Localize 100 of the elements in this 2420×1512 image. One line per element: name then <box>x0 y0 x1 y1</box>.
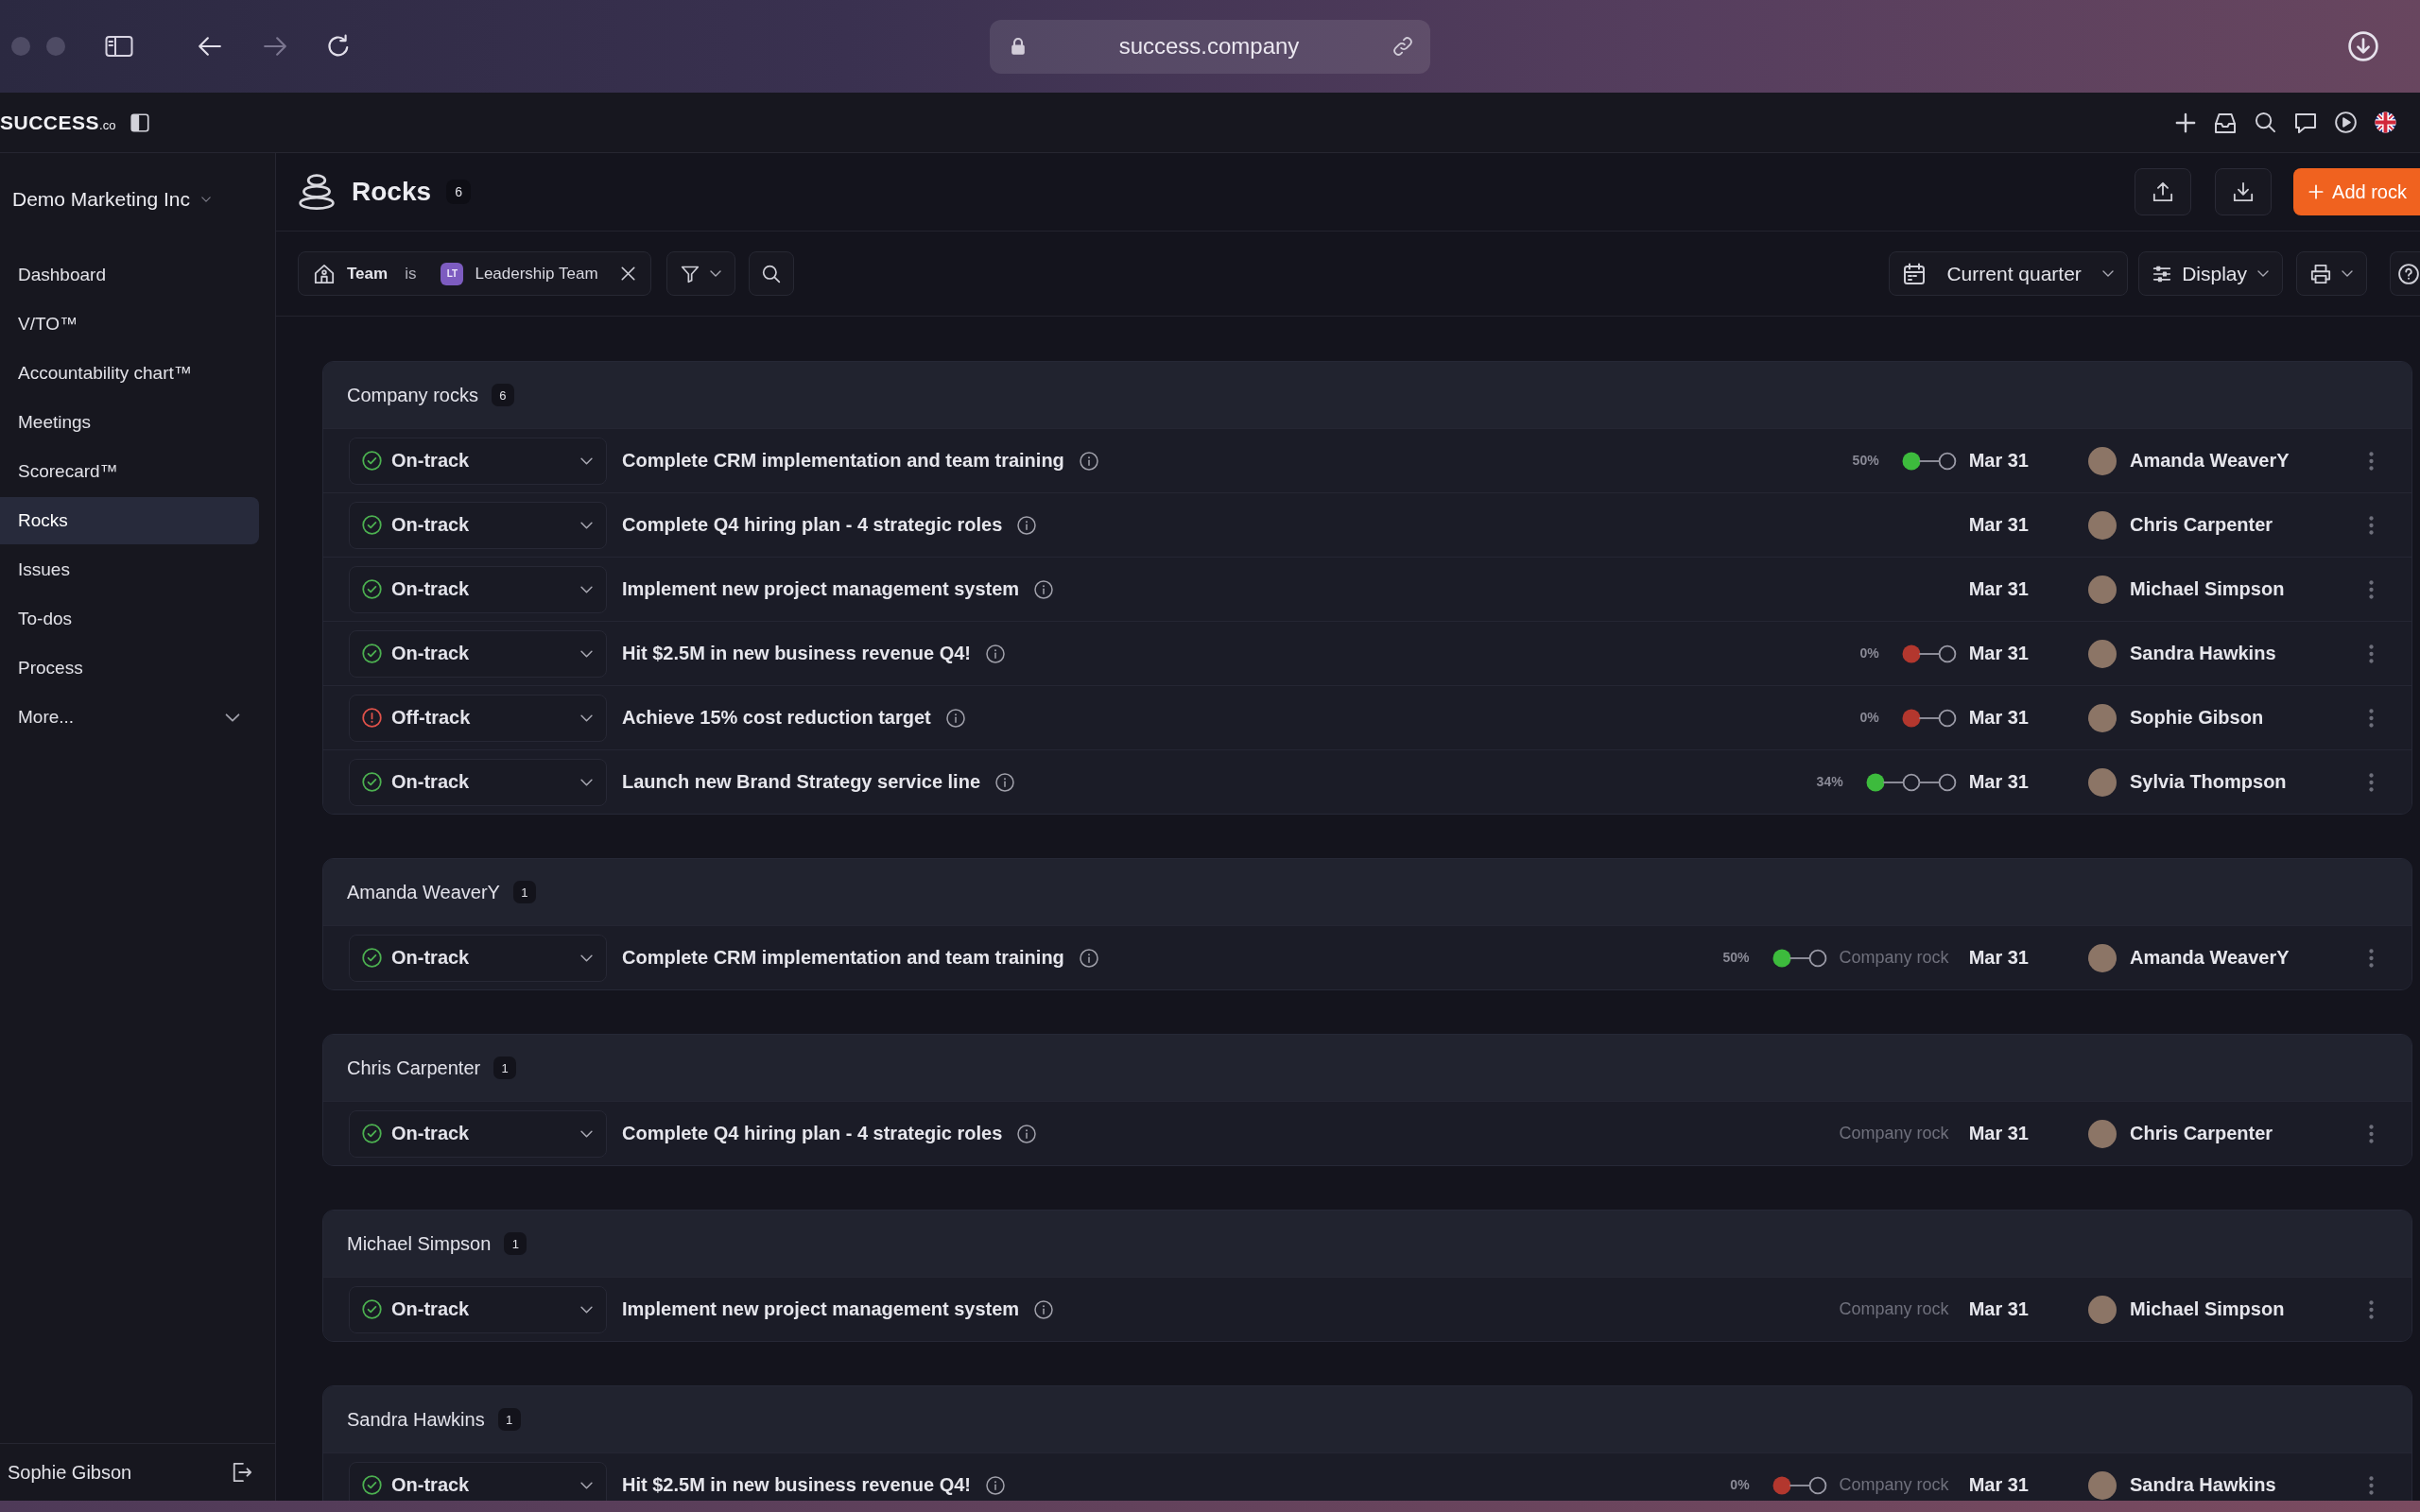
kebab-menu-icon[interactable] <box>2369 644 2374 663</box>
kebab-menu-icon[interactable] <box>2369 451 2374 471</box>
inbox-icon[interactable] <box>2214 111 2237 134</box>
status-select[interactable]: On-track <box>349 758 607 806</box>
lock-icon <box>1011 37 1026 56</box>
plus-icon <box>2308 184 2325 199</box>
progress-percent: 34% <box>1816 775 1843 789</box>
panel-icon[interactable] <box>130 112 150 132</box>
plus-icon[interactable] <box>2175 112 2196 133</box>
rock-row[interactable]: On-track Hit $2.5M in new business revenue Q4! 0% Company rock Mar 31 Sandra Hawkins <box>323 1452 2411 1501</box>
kebab-menu-icon[interactable] <box>2369 1124 2374 1143</box>
status-select[interactable]: On-track <box>349 629 607 678</box>
progress-percent: 0% <box>1859 646 1879 661</box>
due-date: Mar 31 <box>1968 772 2029 792</box>
rock-title: Launch new Brand Strategy service line <box>622 772 980 792</box>
sidebar-item[interactable]: Dashboard <box>0 251 259 299</box>
group-count: 1 <box>493 1057 517 1079</box>
avatar <box>2088 1295 2117 1324</box>
chat-bubble-icon[interactable] <box>2294 111 2317 134</box>
group-count: 6 <box>491 384 514 406</box>
address-bar[interactable]: success.company <box>990 19 1430 74</box>
sidebar-item[interactable]: Meetings <box>0 399 259 446</box>
sidebar-item[interactable]: V/TO™ <box>0 301 259 348</box>
status-select[interactable]: On-track <box>349 1109 607 1158</box>
owner-name: Sylvia Thompson <box>2130 772 2287 792</box>
link-icon[interactable] <box>1392 36 1413 57</box>
period-select[interactable]: Current quarter <box>1889 251 2129 296</box>
avatar <box>2088 943 2117 972</box>
kebab-menu-icon[interactable] <box>2369 579 2374 599</box>
logout-icon[interactable] <box>232 1462 252 1483</box>
display-button[interactable]: Display <box>2138 251 2283 296</box>
due-date: Mar 31 <box>1968 1299 2029 1319</box>
status-select[interactable]: On-track <box>349 1461 607 1501</box>
status-select[interactable]: On-track <box>349 501 607 549</box>
reload-icon[interactable] <box>326 34 351 59</box>
kebab-menu-icon[interactable] <box>2369 1299 2374 1319</box>
info-icon[interactable] <box>945 708 965 728</box>
group-title: Chris Carpenter <box>347 1057 481 1079</box>
status-select[interactable]: On-track <box>349 934 607 982</box>
chevron-down-icon <box>580 1481 593 1489</box>
sidebar-item[interactable]: More... <box>0 694 259 741</box>
rock-row[interactable]: On-track Implement new project management system Company rock Mar 31 Michael Simpson <box>323 1277 2411 1341</box>
back-arrow-icon[interactable] <box>198 34 222 59</box>
kebab-menu-icon[interactable] <box>2369 948 2374 968</box>
progress-percent: 50% <box>1722 951 1750 965</box>
status-select[interactable]: On-track <box>349 565 607 613</box>
rock-title: Complete Q4 hiring plan - 4 strategic roles <box>622 515 1003 535</box>
kebab-menu-icon[interactable] <box>2369 708 2374 728</box>
play-circle-icon[interactable] <box>2335 112 2357 133</box>
flag-icon[interactable] <box>2375 112 2396 133</box>
status-select[interactable]: On-track <box>349 437 607 485</box>
avatar <box>2088 575 2117 604</box>
due-date: Mar 31 <box>1968 1124 2029 1143</box>
rock-row[interactable]: On-track Complete CRM implementation and team training 50% Company rock Mar 31 Amanda WeaverY <box>323 925 2411 989</box>
info-icon[interactable] <box>1034 579 1054 599</box>
sidebar-item[interactable]: Accountability chart™ <box>0 350 259 397</box>
sidebar-toggle-icon[interactable] <box>105 34 133 59</box>
filter-button[interactable] <box>666 251 735 296</box>
kebab-menu-icon[interactable] <box>2369 515 2374 535</box>
search-button[interactable] <box>748 251 794 296</box>
chevron-down-icon <box>580 521 593 529</box>
download-circle-icon[interactable] <box>2348 31 2378 61</box>
info-icon[interactable] <box>1079 948 1098 968</box>
rock-row[interactable]: On-track Launch new Brand Strategy service line 34% Mar 31 Sylvia Thompson <box>323 749 2411 814</box>
forward-arrow-icon[interactable] <box>263 34 287 59</box>
sidebar-item[interactable]: Scorecard™ <box>0 448 259 495</box>
info-icon[interactable] <box>1034 1299 1054 1319</box>
workspace-switcher[interactable]: Demo Marketing Inc <box>0 174 211 225</box>
upload-icon <box>2152 181 2174 202</box>
upload-button[interactable] <box>2135 168 2192 215</box>
rock-row[interactable]: On-track Complete Q4 hiring plan - 4 strategic roles Company rock Mar 31 Chris Carpenter <box>323 1101 2411 1165</box>
sidebar-item[interactable]: Issues <box>0 546 259 593</box>
remove-filter-button[interactable] <box>618 265 637 283</box>
sidebar-item[interactable]: Rocks <box>0 497 259 544</box>
info-icon[interactable] <box>995 772 1014 792</box>
chevron-down-icon <box>709 270 721 277</box>
info-icon[interactable] <box>1017 515 1037 535</box>
info-icon[interactable] <box>986 644 1005 663</box>
info-icon[interactable] <box>1017 1124 1037 1143</box>
filter-operator: is <box>405 264 417 284</box>
sidebar-item[interactable]: To-dos <box>0 595 259 643</box>
kebab-menu-icon[interactable] <box>2369 1475 2374 1495</box>
download-button[interactable] <box>2215 168 2273 215</box>
info-icon[interactable] <box>986 1475 1005 1495</box>
kebab-menu-icon[interactable] <box>2369 772 2374 792</box>
rocks-stack-icon <box>299 174 335 210</box>
search-icon[interactable] <box>2255 112 2276 133</box>
sliders-icon <box>2152 264 2172 284</box>
user-name: Sophie Gibson <box>8 1461 132 1484</box>
help-button[interactable] <box>2390 251 2420 296</box>
team-avatar: LT <box>441 262 464 285</box>
sidebar-item[interactable]: Process <box>0 644 259 692</box>
status-select[interactable]: Off-track <box>349 694 607 742</box>
status-select[interactable]: On-track <box>349 1285 607 1333</box>
chevron-down-icon <box>2102 270 2115 277</box>
info-icon[interactable] <box>1079 451 1098 471</box>
print-button[interactable] <box>2296 251 2367 296</box>
progress-percent: 0% <box>1730 1478 1750 1492</box>
due-date: Mar 31 <box>1968 451 2029 471</box>
filter-value: Leadership Team <box>475 264 598 284</box>
